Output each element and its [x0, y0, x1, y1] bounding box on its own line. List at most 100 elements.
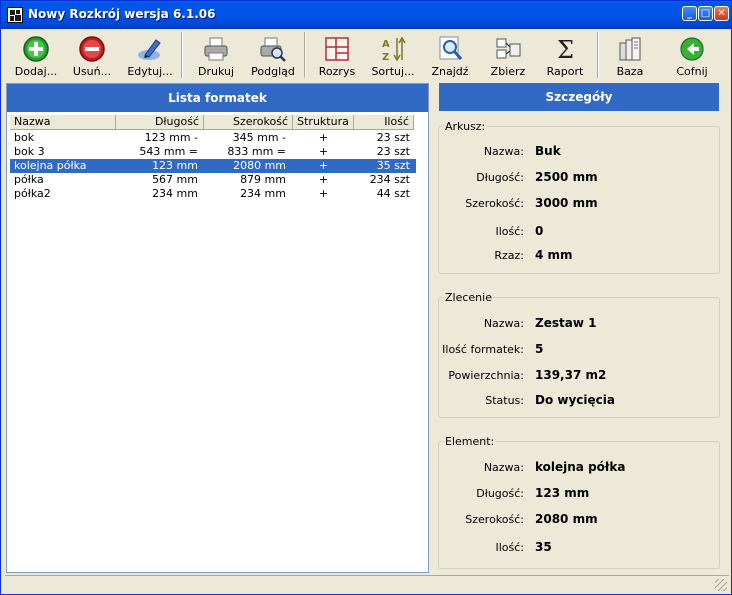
column-header-quantity[interactable]: Ilość — [354, 115, 414, 130]
print-button[interactable]: Drukuj — [190, 31, 242, 79]
find-icon — [439, 36, 463, 60]
table-row[interactable]: półka2 234 mm 234 mm +44 szt — [10, 187, 416, 201]
remove-label: Usuń... — [72, 65, 112, 78]
row-name: bok — [14, 131, 35, 144]
status-bar — [5, 575, 729, 593]
app-window: Nowy Rozkrój wersja 6.1.06 _ □ ✕ Dodaj..… — [0, 0, 732, 595]
undo-button[interactable]: Cofnij — [666, 31, 718, 79]
element-width-label: Szerokość: — [465, 513, 524, 526]
order-count-label: Ilość formatek: — [442, 343, 524, 356]
table-row[interactable]: bok 123 mm - 345 mm - +23 szt — [10, 131, 416, 145]
cutting-layout-icon — [325, 37, 349, 61]
row-length: 234 mm — [152, 187, 198, 200]
find-button[interactable]: Znajdź — [424, 31, 476, 79]
order-name-label: Nazwa: — [483, 317, 524, 330]
window-title: Nowy Rozkrój wersja 6.1.06 — [28, 7, 216, 21]
report-button[interactable]: Σ Raport — [538, 31, 592, 79]
row-quantity: 35 szt — [376, 159, 410, 172]
collect-icon — [496, 38, 521, 59]
resize-grip[interactable] — [715, 579, 727, 591]
element-length-label: Długość: — [476, 487, 524, 500]
row-name: półka2 — [14, 187, 51, 200]
row-length: 543 mm = — [139, 145, 198, 158]
element-width-value: 2080 mm — [535, 512, 598, 526]
row-name: półka — [14, 173, 44, 186]
sheet-quantity-label: Ilość: — [495, 225, 524, 238]
column-header-width[interactable]: Szerokość — [204, 115, 293, 130]
row-quantity: 23 szt — [376, 131, 410, 144]
title-bar[interactable]: Nowy Rozkrój wersja 6.1.06 _ □ ✕ — [1, 1, 731, 29]
order-group-title: Zlecenie — [444, 291, 493, 304]
element-name-label: Nazwa: — [483, 461, 524, 474]
sheet-length-value: 2500 mm — [535, 170, 598, 184]
element-quantity-value: 35 — [535, 540, 552, 554]
add-button[interactable]: Dodaj... — [10, 31, 62, 79]
order-name-value: Zestaw 1 — [535, 316, 597, 330]
edit-label: Edytuj... — [127, 65, 173, 78]
sort-button[interactable]: A Z Sortuj... — [366, 31, 420, 79]
print-preview-label: Podgląd — [251, 65, 295, 78]
toolbar: Dodaj... Usuń... Edytuj... Drukuj Podglą… — [2, 29, 730, 81]
find-label: Znajdź — [431, 65, 469, 78]
add-label: Dodaj... — [14, 65, 58, 78]
cutting-layout-button[interactable]: Rozrys — [312, 31, 362, 79]
sheet-group-title: Arkusz: — [444, 120, 487, 133]
sheet-group: Arkusz: Nazwa: Buk Długość: 2500 mm Szer… — [438, 120, 720, 274]
database-button[interactable]: Baza — [604, 31, 656, 79]
order-area-value: 139,37 m2 — [535, 368, 607, 382]
database-label: Baza — [616, 65, 644, 78]
table-row[interactable]: kolejna półka 123 mm 2080 mm +35 szt — [10, 159, 416, 173]
order-area-label: Powierzchnia: — [448, 369, 524, 382]
sheet-width-value: 3000 mm — [535, 196, 598, 210]
sheet-name-label: Nazwa: — [483, 145, 524, 158]
sigma-icon: Σ — [557, 36, 574, 63]
table-row[interactable]: bok 3 543 mm = 833 mm = +23 szt — [10, 145, 416, 159]
order-count-value: 5 — [535, 342, 544, 356]
print-preview-button[interactable]: Podgląd — [246, 31, 300, 79]
report-label: Raport — [546, 65, 584, 78]
row-width: 2080 mm — [233, 159, 286, 172]
formats-list-panel: Lista formatek Nazwa Długość Szerokość S… — [6, 83, 429, 573]
row-structure: + — [318, 131, 329, 144]
edit-button[interactable]: Edytuj... — [122, 31, 178, 79]
maximize-button[interactable]: □ — [698, 6, 713, 21]
details-title: Szczegóły — [439, 83, 719, 111]
column-header-structure[interactable]: Struktura — [293, 115, 354, 130]
element-group-title: Element: — [444, 435, 496, 448]
undo-label: Cofnij — [676, 65, 708, 78]
print-preview-icon — [260, 37, 286, 62]
row-name: kolejna półka — [14, 159, 87, 172]
collect-button[interactable]: Zbierz — [482, 31, 534, 79]
sheet-kerf-label: Rzaz: — [494, 249, 524, 262]
row-structure: + — [318, 173, 329, 186]
element-length-value: 123 mm — [535, 486, 590, 500]
remove-button[interactable]: Usuń... — [66, 31, 118, 79]
cutting-layout-label: Rozrys — [318, 65, 356, 78]
row-structure: + — [318, 187, 329, 200]
svg-text:Z: Z — [382, 52, 389, 63]
row-width: 345 mm - — [232, 131, 286, 144]
column-header-name[interactable]: Nazwa — [10, 115, 116, 130]
element-name-value: kolejna półka — [535, 460, 626, 474]
close-button[interactable]: ✕ — [714, 6, 729, 21]
row-width: 234 mm — [240, 187, 286, 200]
sort-az-icon: A Z — [382, 36, 406, 63]
row-name: bok 3 — [14, 145, 45, 158]
row-quantity: 44 szt — [376, 187, 410, 200]
minimize-button[interactable]: _ — [682, 6, 697, 21]
column-header-length[interactable]: Długość — [116, 115, 204, 130]
sheet-name-value: Buk — [535, 144, 561, 158]
sheet-quantity-value: 0 — [535, 224, 544, 238]
svg-text:Σ: Σ — [557, 36, 574, 63]
table-row[interactable]: półka 567 mm 879 mm +234 szt — [10, 173, 416, 187]
row-quantity: 234 szt — [369, 173, 410, 186]
row-quantity: 23 szt — [376, 145, 410, 158]
list-rows: bok 123 mm - 345 mm - +23 szt bok 3 543 mm = 8… — [10, 131, 416, 201]
toolbar-separator — [181, 32, 183, 78]
row-width: 879 mm — [240, 173, 286, 186]
svg-text:A: A — [382, 39, 390, 50]
back-icon — [680, 37, 704, 61]
app-icon — [7, 7, 23, 23]
database-icon — [619, 37, 641, 61]
element-quantity-label: Ilość: — [495, 541, 524, 554]
